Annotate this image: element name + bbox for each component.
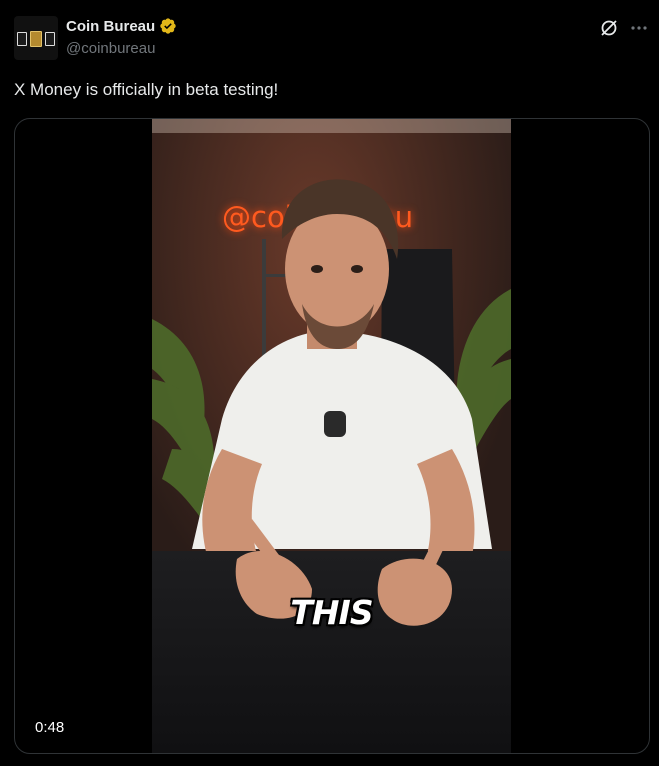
video-scene: @coinbureau: [152, 119, 511, 753]
avatar-coin-right: [45, 32, 55, 46]
video-caption: THIS: [290, 593, 373, 632]
avatar-coin-left: [17, 32, 27, 46]
post-text: X Money is officially in beta testing!: [14, 80, 279, 99]
avatar-coin-center: [30, 31, 42, 47]
author-name[interactable]: Coin Bureau: [66, 18, 155, 35]
tweet: Coin Bureau @coinbureau X Money is offic…: [0, 0, 659, 766]
grok-icon[interactable]: [598, 17, 620, 39]
video-frame[interactable]: @coinbureau: [152, 119, 511, 753]
verified-badge-icon: [160, 18, 176, 34]
author-name-row[interactable]: Coin Bureau: [66, 16, 177, 36]
video-duration: 0:48: [35, 719, 65, 736]
video-player[interactable]: @coinbureau: [14, 118, 650, 754]
author-handle[interactable]: @coinbureau: [66, 40, 155, 57]
avatar[interactable]: [14, 16, 58, 60]
more-icon[interactable]: [628, 17, 650, 39]
